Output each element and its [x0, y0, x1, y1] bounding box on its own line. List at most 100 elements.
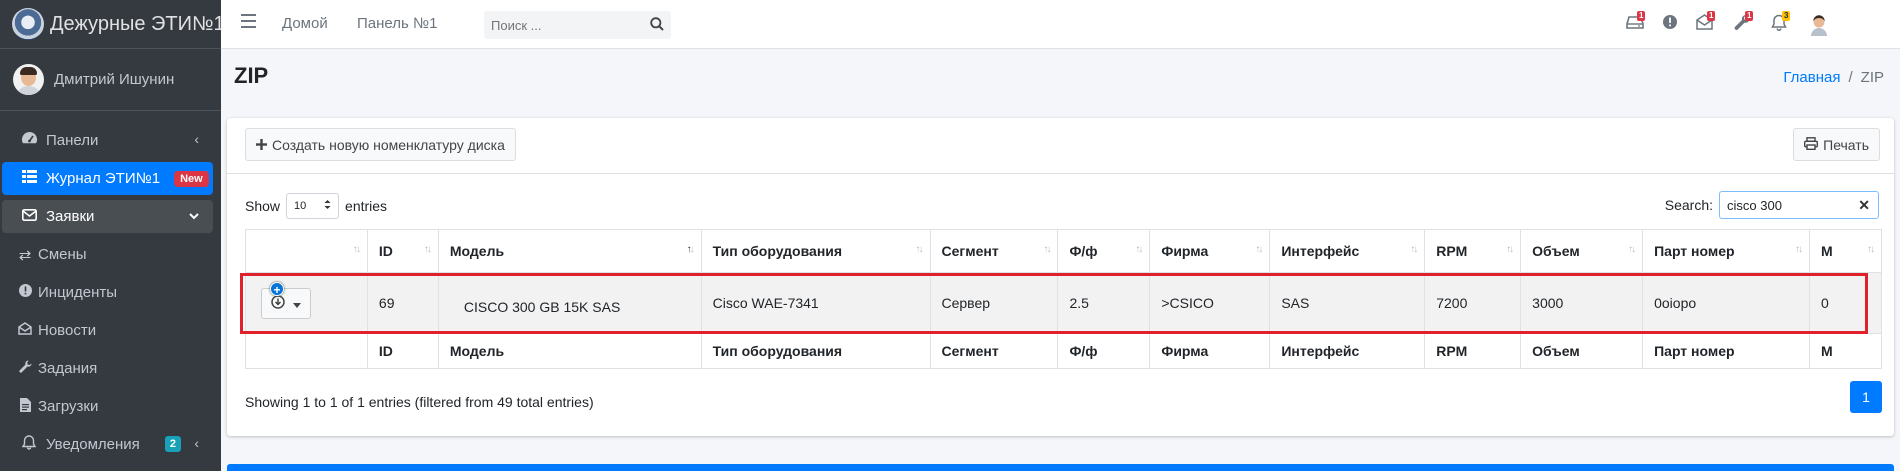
- plus-icon: [256, 137, 267, 153]
- sort-icon: ↑↓: [915, 244, 924, 255]
- zip-table: ↑↓ ID ↑↓ Модель ↑↓ Тип оборудования ↑↓ Сегм…: [245, 229, 1883, 369]
- print-button[interactable]: Печать: [1793, 128, 1880, 161]
- clear-search-icon[interactable]: ✕: [1858, 197, 1870, 214]
- footer-segment: Сегмент: [929, 333, 1059, 369]
- column-header-equipment-type[interactable]: Тип оборудования ↑↓: [700, 229, 931, 273]
- sidebar-item-panels[interactable]: Панели ‹: [2, 124, 213, 157]
- table-search: Search: cisco 300 ✕: [1665, 191, 1879, 219]
- select-arrows-icon: [324, 199, 331, 213]
- sidebar-item-news[interactable]: Новости: [2, 314, 213, 347]
- chevron-down-icon: [189, 207, 199, 223]
- column-header-volume[interactable]: Объем ↑↓: [1520, 229, 1644, 273]
- sidebar-item-notifications[interactable]: Уведомления 2 ‹: [2, 428, 213, 461]
- column-header-part-number[interactable]: Парт номер ↑↓: [1642, 229, 1810, 273]
- sort-icon: ↑↓: [1135, 244, 1143, 255]
- download-circle-icon: [271, 294, 285, 312]
- footer-m: М: [1808, 333, 1883, 369]
- cell-segment: Сервер: [929, 272, 1059, 334]
- sidebar-item-label: Загрузки: [38, 398, 99, 415]
- info-icon[interactable]: [1662, 14, 1684, 36]
- sidebar-item-label: Уведомления: [46, 436, 140, 453]
- sidebar-item-incidents[interactable]: Инциденты: [2, 276, 213, 309]
- new-badge: New: [174, 170, 209, 187]
- sidebar-item-label: Журнал ЭТИ№1: [46, 170, 161, 187]
- column-header-interface[interactable]: Интерфейс ↑↓: [1269, 229, 1426, 273]
- exclamation-circle-icon: [17, 284, 33, 301]
- sidebar-item-tasks[interactable]: Задания: [2, 352, 213, 385]
- show-label: Show: [245, 198, 281, 214]
- cell-equipment-type: Cisco WAE-7341: [700, 272, 931, 334]
- row-actions-dropdown[interactable]: [261, 287, 311, 319]
- column-header-m[interactable]: М ↑↓: [1808, 229, 1883, 273]
- user-avatar-icon[interactable]: [1808, 12, 1830, 36]
- brand-link[interactable]: Дежурные ЭТИ№1: [0, 0, 225, 49]
- menu-toggle-icon[interactable]: [241, 14, 256, 28]
- page-length-value: 10: [294, 200, 307, 212]
- sidebar-item-journal[interactable]: Журнал ЭТИ№1 New: [2, 162, 213, 195]
- printer-icon: [1804, 136, 1819, 153]
- bell-icon[interactable]: 3: [1771, 11, 1793, 36]
- sort-icon: ↑↓: [1506, 244, 1514, 255]
- page-length-select[interactable]: 10: [286, 193, 340, 219]
- column-header-firm[interactable]: Фирма ↑↓: [1149, 229, 1271, 273]
- table-header-row: ↑↓ ID ↑↓ Модель ↑↓ Тип оборудования ↑↓ Сегм…: [245, 229, 1883, 273]
- tools-icon[interactable]: 1: [1734, 11, 1756, 36]
- footer-interface: Интерфейс: [1269, 333, 1426, 369]
- footer-rpm: RPM: [1424, 333, 1522, 369]
- page-title: ZIP: [234, 63, 269, 88]
- sort-icon: ↑↓: [1867, 244, 1875, 255]
- nav-link-panel-1[interactable]: Панель №1: [357, 15, 437, 32]
- column-header-rpm[interactable]: RPM ↑↓: [1424, 229, 1522, 273]
- create-button-label: Создать новую номенклатуру диска: [272, 136, 505, 153]
- sort-icon: ↑↓: [1255, 244, 1263, 255]
- sort-icon: ↑↓: [1043, 244, 1051, 255]
- column-header-form-factor[interactable]: Ф/ф ↑↓: [1057, 229, 1151, 273]
- brand-title: Дежурные ЭТИ№1: [50, 12, 225, 35]
- sidebar-item-downloads[interactable]: Загрузки: [2, 390, 213, 423]
- breadcrumb: Главная / ZIP: [1783, 69, 1884, 86]
- nav-link-home[interactable]: Домой: [282, 15, 328, 32]
- cell-volume: 3000: [1520, 272, 1644, 334]
- envelope-open-icon[interactable]: 1: [1696, 11, 1718, 36]
- bell-badge: 3: [1782, 11, 1791, 21]
- navbar-search-input[interactable]: [484, 11, 634, 39]
- caret-down-icon: [293, 295, 301, 311]
- create-disk-nomenclature-button[interactable]: Создать новую номенклатуру диска: [245, 128, 516, 161]
- table-row[interactable]: + 69 CISCO 300 GB 15K SAS Cisco WAE-7341…: [245, 272, 1883, 334]
- expand-row-icon[interactable]: +: [270, 282, 284, 297]
- sidebar-nav: Панели ‹ Журнал ЭТИ№1 New Заявки ⇄ Смены: [2, 124, 213, 466]
- user-panel[interactable]: Дмитрий Ишунин: [0, 49, 221, 111]
- breadcrumb-current: ZIP: [1860, 69, 1884, 86]
- card-header: Создать новую номенклатуру диска Печать: [227, 118, 1894, 174]
- sidebar-item-label: Смены: [38, 246, 87, 263]
- footer-equipment-type: Тип оборудования: [700, 333, 931, 369]
- cell-rpm: 7200: [1424, 272, 1522, 334]
- cell-id: 69: [366, 272, 439, 334]
- column-header-segment[interactable]: Сегмент ↑↓: [929, 229, 1059, 273]
- cell-part-number: 0oiopo: [1642, 272, 1810, 334]
- column-header-id[interactable]: ID ↑↓: [366, 229, 439, 273]
- hdd-icon[interactable]: 1: [1626, 11, 1648, 36]
- table-length-control: Show 10 entries: [245, 193, 387, 219]
- cell-model: CISCO 300 GB 15K SAS: [437, 272, 702, 334]
- pagination-page-1[interactable]: 1: [1850, 381, 1882, 413]
- cell-m: 0: [1808, 272, 1883, 334]
- exchange-icon: ⇄: [18, 246, 32, 264]
- column-header-control[interactable]: ↑↓: [245, 229, 368, 273]
- search-label: Search:: [1664, 197, 1713, 213]
- table-info: Showing 1 to 1 of 1 entries (filtered fr…: [245, 394, 594, 410]
- cell-model-text: CISCO 300 GB 15K SAS: [463, 299, 621, 315]
- main-sidebar: Дежурные ЭТИ№1 Дмитрий Ишунин Панели ‹ Ж…: [0, 0, 225, 471]
- column-header-model[interactable]: Модель ↑↓: [437, 229, 702, 273]
- breadcrumb-home-link[interactable]: Главная: [1783, 69, 1840, 86]
- user-name[interactable]: Дмитрий Ишунин: [54, 71, 174, 88]
- sidebar-item-shifts[interactable]: ⇄ Смены: [2, 238, 213, 271]
- hdd-badge: 1: [1637, 11, 1646, 21]
- sort-icon: ↑↓: [352, 244, 361, 255]
- search-icon[interactable]: [650, 17, 664, 36]
- table-search-input[interactable]: cisco 300 ✕: [1719, 191, 1879, 219]
- envelope-open-icon: [17, 322, 33, 339]
- sort-icon: ↑↓: [1794, 244, 1803, 255]
- sidebar-item-requests[interactable]: Заявки: [2, 200, 213, 233]
- print-button-label: Печать: [1823, 136, 1869, 153]
